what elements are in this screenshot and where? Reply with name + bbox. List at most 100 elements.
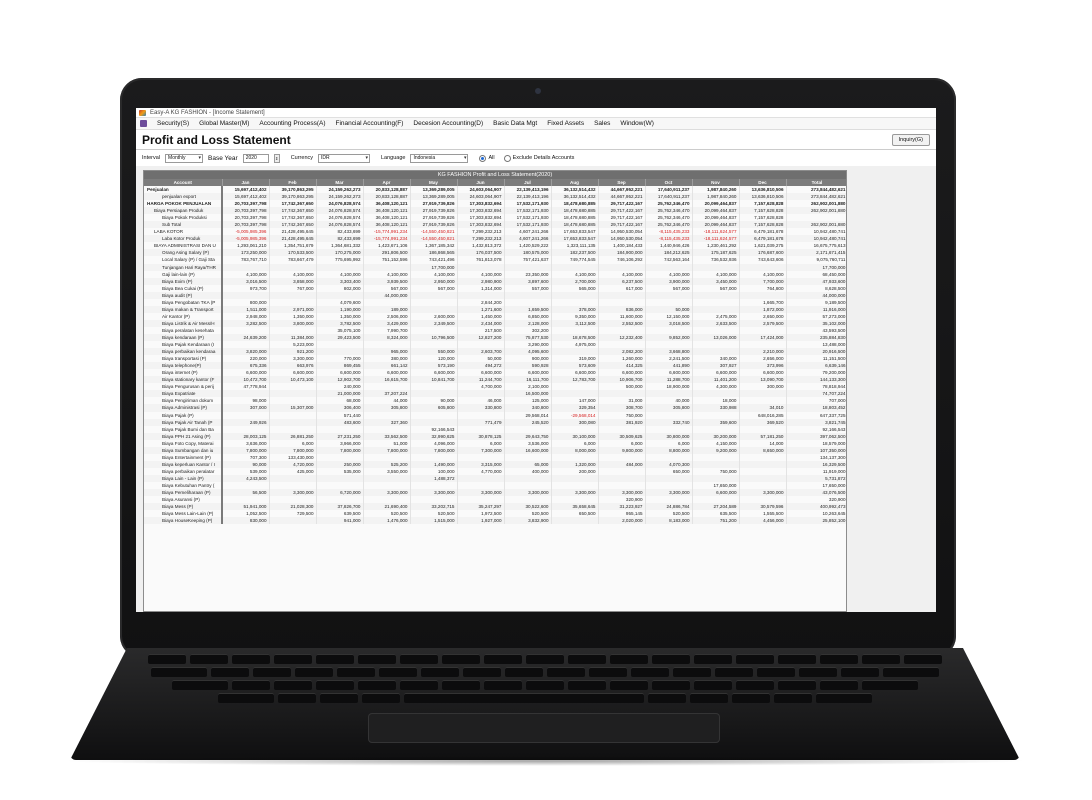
table-row[interactable]: Biaya Pajak Kendaraan (I 5,223,000 3,290,0… (144, 341, 846, 349)
menu-item[interactable]: Window(W) (620, 120, 654, 127)
table-row[interactable]: Biaya Foto Copy, Materai 3,636,000 6,000 3,… (144, 439, 846, 447)
table-row[interactable]: Biaya perbaikan kendaraa 3,820,000 921,200… (144, 348, 846, 356)
column-header[interactable]: Jul (504, 179, 552, 186)
table-row[interactable]: LABA KOTOR -5,005,985,396 21,428,495,645 82… (144, 228, 846, 236)
table-row[interactable]: Orang Asing Salary (P) 173,250,000 170,533… (144, 249, 846, 257)
table-row[interactable]: Biaya HouseKeeping (P) 830,000 941,000 1,47… (144, 517, 846, 525)
table-row[interactable]: Biaya Mess Lain-Lain (P) 1,052,500 729,500… (144, 510, 846, 518)
table-row[interactable]: Biaya Lain - Lain (P) 4,243,500 1,488,372 5… (144, 474, 846, 482)
base-year-input[interactable]: 2020 (242, 153, 269, 163)
currency-select[interactable]: IDR ▾ (318, 153, 370, 163)
amount-cell: 520,500 (410, 510, 458, 518)
amount-cell: 24,886,784 (645, 503, 693, 511)
column-header[interactable]: Dec (739, 179, 787, 186)
amount-cell (410, 496, 458, 504)
table-row[interactable]: Biaya perbaikan peralatar 539,000 425,000 5… (144, 467, 846, 475)
amount-cell (692, 460, 740, 468)
total-cell: 18,803,452 (786, 404, 846, 412)
column-header[interactable]: Jun (457, 179, 505, 186)
table-row[interactable]: Laba Kotor Produk -5,005,985,396 21,428,49… (144, 235, 846, 243)
table-row[interactable]: Biaya stationary kantor (F 10,472,700 10,4… (144, 376, 846, 384)
menu-item[interactable]: Basic Data Mgt (493, 120, 537, 127)
table-row[interactable]: Biaya Pemeliharaan (P) 56,500 3,300,000 6,7… (144, 489, 846, 497)
column-header[interactable]: Oct (645, 179, 693, 186)
table-row[interactable]: Biaya Pengobatan TKA (P 800,000 4,079,600 2… (144, 298, 846, 306)
table-row[interactable]: penjualan export 15,697,412,402 39,170,863… (144, 193, 846, 201)
all-radio[interactable]: All (479, 154, 495, 162)
amount-cell: 20,833,128,887 (363, 193, 411, 201)
amount-cell: 11,384,000 (269, 333, 317, 342)
amount-cell: 3,315,000 (457, 460, 505, 468)
column-header[interactable]: Total (786, 179, 846, 186)
menu-item[interactable]: Financial Accounting(F) (336, 120, 404, 127)
menu-item[interactable]: Decesion Accounting(D) (413, 120, 483, 127)
amount-cell: 639,500 (316, 510, 364, 518)
table-row[interactable]: Biaya Pengurusan & perij 47,778,944 240,00… (144, 383, 846, 391)
table-row[interactable]: BIAYA ADMINISTRASI DAN U 1,293,061,210 1,3… (144, 242, 846, 250)
column-header[interactable]: Feb (269, 179, 317, 186)
table-row[interactable]: HARGA POKOK PENJUALAN 20,703,397,798 17,74… (144, 200, 846, 208)
column-header[interactable]: Jan (222, 179, 270, 186)
table-row[interactable]: Biaya peralatan kesehata 35,075,100 7,990,… (144, 326, 846, 334)
amount-cell: 44,000,000 (363, 291, 411, 299)
amount-cell: 4,720,000 (269, 460, 317, 468)
column-header[interactable]: May (410, 179, 458, 186)
table-row[interactable]: Local Salary (P) / Gaji Sta 783,767,710 78… (144, 256, 846, 264)
table-row[interactable]: Biaya Pajak (P) 571,440 29,568,014 -29,568,… (144, 411, 846, 419)
column-header[interactable]: Mar (316, 179, 364, 186)
menu-item[interactable]: Fixed Assets (547, 120, 584, 127)
table-row[interactable]: Biaya Bea Cukai (P) 973,700 767,000 802,000… (144, 284, 846, 292)
table-row[interactable]: Air Kantor (P) 2,948,000 1,350,000 1,350,00… (144, 312, 846, 320)
table-row[interactable]: Biaya Mess (P) 51,941,000 21,028,300 37,826… (144, 503, 846, 511)
table-row[interactable]: Sub Total 20,703,397,798 17,742,367,650 24,… (144, 221, 846, 229)
table-row[interactable]: Biaya transportasi (P) 220,000 3,300,000 77… (144, 355, 846, 363)
table-row[interactable]: Biaya PPH 21 Asing (P) 28,003,125 26,881,2… (144, 432, 846, 440)
table-row[interactable]: Biaya Listrik & Air Mess/H 3,282,500 3,800… (144, 319, 846, 327)
table-row[interactable]: Biaya keperluan Kantor / I 90,000 4,720,00… (144, 460, 846, 468)
amount-cell (269, 496, 317, 504)
menu-item[interactable]: Sales (594, 120, 610, 127)
table-row[interactable]: Biaya Entertainment (P) 707,300 133,430,00… (144, 453, 846, 461)
table-row[interactable]: Biaya Pokok Produksi 20,703,397,798 17,742… (144, 214, 846, 222)
table-row[interactable]: Biaya Pajak Air Tanah (P 249,926 483,600 32… (144, 418, 846, 426)
amount-cell: -5,005,985,396 (222, 228, 270, 236)
menu-item[interactable]: Global Master(M) (199, 120, 249, 127)
year-spinner-icon[interactable]: ⇕ (273, 153, 280, 163)
amount-cell: 44,000 (363, 397, 411, 405)
table-row[interactable]: Biaya Asuransi (P) 320,900 320,900 (144, 496, 846, 504)
menu-item[interactable]: Security(S) (157, 120, 189, 127)
column-header[interactable]: Sep (598, 179, 646, 186)
table-row[interactable]: Biaya Kebutuhan Pantry (17,650,000 17,650… (144, 481, 846, 490)
table-row[interactable]: Biaya Pajak Bumi dan Ba 92,166,543 92,166,… (144, 425, 846, 433)
amount-cell: 36,408,120,121 (363, 214, 411, 222)
inquiry-button[interactable]: Inquiry(G) (891, 133, 930, 146)
column-header[interactable]: Account (144, 179, 223, 186)
table-row[interactable]: Tunjangan Hari Raya/THR 17,700,000 17,700,… (144, 263, 846, 271)
amount-cell (551, 383, 599, 391)
amount-cell (363, 425, 411, 433)
table-row[interactable]: Biaya Pengiriman dokum 98,000 68,000 44,000… (144, 397, 846, 405)
table-row[interactable]: Gaji lain-lain (P) 4,100,000 4,100,000 4,10… (144, 270, 846, 278)
table-row[interactable]: Biaya audit (P) 44,000,000 44,000,000 (144, 291, 846, 299)
table-row[interactable]: Biaya makan & Transport 1,511,000 2,971,00… (144, 305, 846, 313)
window-menu-icon[interactable] (140, 120, 147, 127)
table-row[interactable]: Penjualan 15,697,412,402 39,170,863,295 24,… (144, 186, 846, 194)
table-row[interactable]: Biaya kendaraan (P) 24,639,200 11,384,000 2… (144, 333, 846, 342)
interval-select[interactable]: Monthly ▾ (165, 153, 204, 163)
column-header[interactable]: Apr (363, 179, 411, 186)
menu-item[interactable]: Accounting Process(A) (259, 120, 325, 127)
exclude-details-radio[interactable]: Exclude Details Accounts (503, 154, 574, 162)
table-row[interactable]: Biaya Expatriate 21,000,000 37,207,224 16,5… (144, 390, 846, 398)
column-header[interactable]: Nov (692, 179, 740, 186)
language-select[interactable]: Indonesia ▾ (410, 153, 469, 163)
column-header[interactable]: Aug (551, 179, 599, 186)
table-row[interactable]: Biaya Persiapan Produk 20,703,397,798 17,7… (144, 207, 846, 215)
table-row[interactable]: Biaya Administrasi (P) 307,000 15,307,000 3… (144, 404, 846, 412)
table-row[interactable]: Biaya internet (P) 6,600,000 6,600,000 6,60… (144, 369, 846, 377)
table-row[interactable]: Biaya telephone(P) 675,336 663,976 869,455 6… (144, 362, 846, 370)
table-row[interactable]: Biaya Sumbangan dan iu 7,800,000 7,800,000… (144, 446, 846, 454)
amount-cell (410, 305, 458, 313)
page-header: Profit and Loss Statement Inquiry(G) (136, 130, 936, 150)
table-row[interactable]: Biaya Exim (P) 3,016,500 3,858,000 3,303,40… (144, 277, 846, 285)
amount-cell: -8,115,435,233 (645, 228, 693, 236)
